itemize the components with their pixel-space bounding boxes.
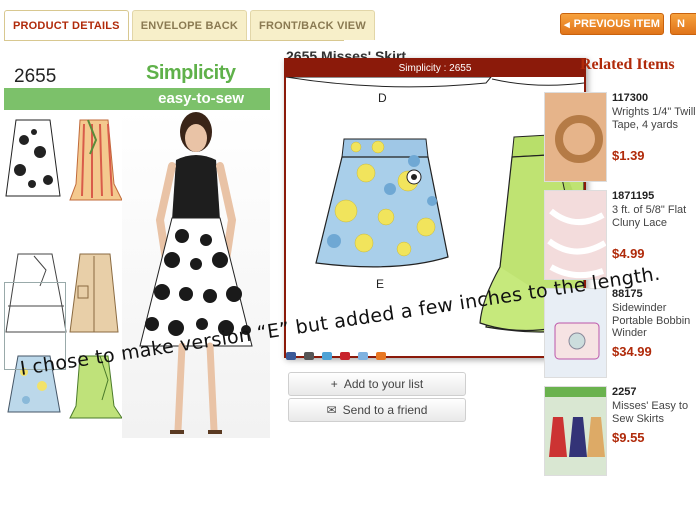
tab-envelope-back[interactable]: ENVELOPE BACK xyxy=(131,10,248,40)
related-item-thumbnail[interactable] xyxy=(544,288,607,378)
send-to-friend-label: Send to a friend xyxy=(342,403,428,417)
previous-item-label: PREVIOUS ITEM xyxy=(573,18,660,30)
related-item-number[interactable]: 1871195 xyxy=(612,190,654,202)
popup-header: Simplicity : 2655 xyxy=(286,60,584,77)
related-item-description[interactable]: 3 ft. of 5/8" Flat Cluny Lace xyxy=(612,204,696,229)
tab-product-details[interactable]: PRODUCT DETAILS xyxy=(4,10,129,40)
share-icons xyxy=(286,352,486,362)
related-item-thumbnail[interactable] xyxy=(544,386,607,476)
previous-item-button[interactable]: ◂ PREVIOUS ITEM xyxy=(560,13,664,35)
rss-icon[interactable] xyxy=(376,352,386,360)
related-item[interactable]: 88175 Sidewinder Portable Bobbin Winder … xyxy=(544,288,696,388)
related-item-price: $9.55 xyxy=(612,430,645,445)
pattern-number: 2655 xyxy=(14,66,57,87)
chevron-left-icon: ◂ xyxy=(564,18,570,31)
related-item-description[interactable]: Misses' Easy to Sew Skirts xyxy=(612,400,696,425)
model-photo xyxy=(122,110,270,438)
easy-to-sew-banner: easy-to-sew xyxy=(4,88,270,110)
related-items-title: Related Items xyxy=(580,56,675,73)
related-item-price: $34.99 xyxy=(612,344,652,359)
related-item-price: $4.99 xyxy=(612,246,645,261)
next-item-label: N xyxy=(677,18,685,30)
product-tabs: PRODUCT DETAILS ENVELOPE BACK FRONT/BACK… xyxy=(4,10,375,40)
pattern-envelope-image[interactable]: 2655 Simplicity easy-to-sew xyxy=(4,56,270,442)
brand-logo: Simplicity xyxy=(146,62,236,84)
thumb-skirt-b xyxy=(5,119,61,197)
view-thumbnails xyxy=(4,110,123,442)
related-item[interactable]: 117300 Wrights 1/4" Twill Tape, 4 yards … xyxy=(544,92,696,192)
tab-front-back-view[interactable]: FRONT/BACK VIEW xyxy=(250,10,375,40)
add-to-list-button[interactable]: + Add to your list xyxy=(288,372,466,396)
related-item-number[interactable]: 2257 xyxy=(612,386,636,398)
skirt-view-e xyxy=(315,138,449,268)
view-label-e: E xyxy=(376,277,385,291)
related-item-description[interactable]: Sidewinder Portable Bobbin Winder xyxy=(612,302,696,340)
share-icon[interactable] xyxy=(304,352,314,360)
thumb-skirt-a-tan xyxy=(69,253,119,333)
send-to-friend-button[interactable]: ✉ Send to a friend xyxy=(288,398,466,422)
related-item[interactable]: 2257 Misses' Easy to Sew Skirts $9.55 xyxy=(544,386,696,486)
tab-divider xyxy=(4,40,344,41)
plus-icon: + xyxy=(330,377,338,391)
twitter-icon[interactable] xyxy=(322,352,332,360)
pinterest-icon[interactable] xyxy=(340,352,350,360)
related-item-number[interactable]: 117300 xyxy=(612,92,648,104)
envelope-icon: ✉ xyxy=(326,403,337,417)
view-label-d: D xyxy=(378,91,387,105)
related-item-price: $1.39 xyxy=(612,148,645,163)
thumb-skirt-c-striped xyxy=(69,119,123,201)
email-share-icon[interactable] xyxy=(358,352,368,360)
related-item-description[interactable]: Wrights 1/4" Twill Tape, 4 yards xyxy=(612,106,696,131)
related-item-thumbnail[interactable] xyxy=(544,92,607,182)
easy-to-sew-label: easy-to-sew xyxy=(158,90,244,107)
facebook-icon[interactable] xyxy=(286,352,296,360)
next-item-button[interactable]: N xyxy=(670,13,696,35)
related-item-thumbnail[interactable] xyxy=(544,190,607,280)
add-to-list-label: Add to your list xyxy=(343,377,424,391)
